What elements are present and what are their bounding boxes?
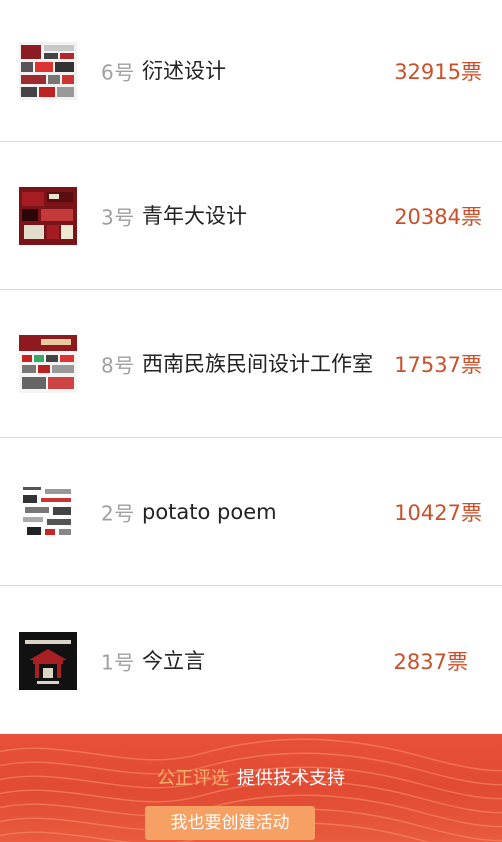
ranking-list: 6号 衍述设计 32915票 3号 青年大设计 20384票 8号 西南民族民间… <box>0 0 502 736</box>
list-item[interactable]: 2号 potato poem 10427票 <box>0 438 502 586</box>
entry-name: 青年大设计 <box>142 203 247 228</box>
brand-link[interactable]: 公正评选 <box>157 768 229 789</box>
entry-thumbnail[interactable] <box>19 632 77 690</box>
entry-number: 2号 <box>101 501 135 525</box>
footer-banner: 公正评选 提供技术支持 我也要创建活动 <box>0 734 502 842</box>
support-text: 提供技术支持 <box>237 768 345 789</box>
entry-number: 1号 <box>101 650 135 675</box>
list-item[interactable]: 6号 衍述设计 32915票 <box>0 0 502 142</box>
entry-thumbnail[interactable] <box>19 482 77 541</box>
list-item[interactable]: 1号 今立言 2837票 <box>0 586 502 736</box>
entry-thumbnail[interactable] <box>19 186 77 245</box>
entry-votes: 20384票 <box>394 204 482 229</box>
entry-number: 6号 <box>101 60 135 84</box>
entry-number: 3号 <box>101 205 135 229</box>
list-item[interactable]: 8号 西南民族民间设计工作室 17537票 <box>0 290 502 438</box>
entry-votes: 17537票 <box>394 352 482 377</box>
entry-thumbnail[interactable] <box>19 334 77 393</box>
entry-name: 衍述设计 <box>142 58 226 83</box>
entry-name: potato poem <box>142 499 277 524</box>
create-activity-button[interactable]: 我也要创建活动 <box>145 806 315 840</box>
entry-number: 8号 <box>101 353 135 377</box>
entry-votes: 10427票 <box>394 500 482 525</box>
tech-support-line: 公正评选 提供技术支持 <box>0 764 502 790</box>
list-item[interactable]: 3号 青年大设计 20384票 <box>0 142 502 290</box>
entry-votes: 2837票 <box>393 650 468 674</box>
entry-votes: 32915票 <box>394 59 482 84</box>
entry-thumbnail[interactable] <box>19 41 77 100</box>
entry-name: 今立言 <box>142 649 205 673</box>
entry-name: 西南民族民间设计工作室 <box>142 351 373 376</box>
